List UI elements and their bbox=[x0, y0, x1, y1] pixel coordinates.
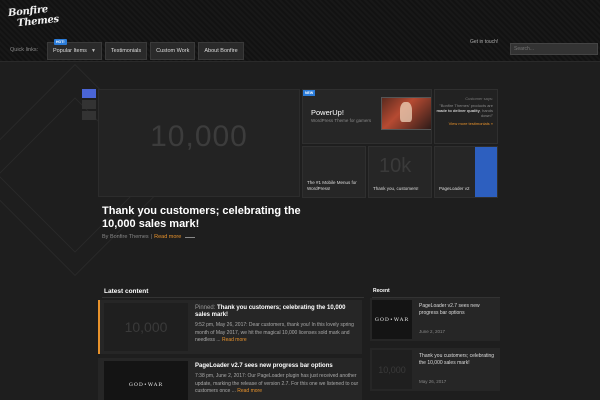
post-read-more-link[interactable]: Read more bbox=[237, 388, 262, 394]
recent-item[interactable]: 10,000 Thank you customers; celebrating … bbox=[370, 348, 500, 391]
chevron-down-icon: ▼ bbox=[90, 48, 96, 54]
featured-mobile-menus-tile[interactable]: The #1 Mobile Menus for WordPress! bbox=[302, 146, 366, 198]
nav-popular-items-label: Popular Items bbox=[53, 48, 87, 54]
god-of-war-logo: GOD•WAR bbox=[374, 316, 410, 323]
main-nav: HOT! Popular Items ▼ Testimonials Custom… bbox=[47, 39, 247, 62]
post-read-more-link[interactable]: Read more bbox=[222, 337, 247, 343]
quote-bold: made to deliver quality bbox=[436, 108, 480, 113]
recent-title[interactable]: PageLoader v2.7 sees new progress bar op… bbox=[419, 303, 497, 317]
testimonial-tile: Customer says: "Bonfire Themes' products… bbox=[434, 89, 498, 144]
featured-thank-you-tile[interactable]: 10k Thank you, customers! bbox=[368, 146, 432, 198]
post-excerpt: 7:38 pm, June 2, 2017: Our PageLoader pl… bbox=[195, 373, 360, 396]
hero-meta: By Bonfire Themes | Read more bbox=[102, 234, 196, 240]
pinned-label: Pinned: bbox=[195, 305, 218, 311]
tile-caption: The #1 Mobile Menus for WordPress! bbox=[307, 180, 357, 191]
post-thumbnail[interactable]: 10,000 bbox=[104, 303, 188, 351]
new-badge: NEW bbox=[303, 90, 316, 96]
latest-content-heading: Latest content bbox=[104, 288, 149, 295]
top-bar: Bonfire Themes Quick links: HOT! Popular… bbox=[0, 0, 600, 62]
recent-thumbnail[interactable]: 10,000 bbox=[372, 350, 412, 389]
powerup-image bbox=[381, 97, 431, 130]
get-in-touch-link[interactable]: Get in touch! bbox=[470, 39, 498, 45]
nav-about-bonfire-label: About Bonfire bbox=[204, 48, 238, 54]
recent-date: June 2, 2017 bbox=[419, 329, 446, 334]
slider-thumb-1[interactable] bbox=[82, 89, 96, 98]
slider-thumb-3[interactable] bbox=[82, 111, 96, 120]
meta-separator: | bbox=[150, 234, 153, 240]
nav-popular-items[interactable]: HOT! Popular Items ▼ bbox=[47, 39, 102, 60]
post-title-text: Thank you customers; celebrating the 10,… bbox=[195, 305, 346, 318]
search-input[interactable] bbox=[510, 43, 598, 55]
hot-badge: HOT! bbox=[54, 39, 67, 45]
god-of-war-logo: GOD•WAR bbox=[128, 382, 164, 388]
list-item[interactable]: GOD•WAR PageLoader v2.7 sees new progres… bbox=[98, 358, 362, 400]
slider-thumb-2[interactable] bbox=[82, 100, 96, 109]
recent-date: May 26, 2017 bbox=[419, 379, 447, 384]
quick-links-label: Quick links: bbox=[10, 47, 39, 53]
nav-testimonials-label: Testimonials bbox=[110, 48, 142, 54]
powerup-title: PowerUp! bbox=[311, 108, 344, 117]
tile-caption: PageLoader v2 bbox=[439, 186, 470, 191]
recent-title[interactable]: Thank you customers; celebrating the 10,… bbox=[419, 353, 497, 367]
post-text: Pinned: Thank you customers; celebrating… bbox=[195, 305, 360, 345]
featured-powerup-tile[interactable]: NEW PowerUp! WordPress Theme for gamers bbox=[302, 89, 432, 144]
read-more-line bbox=[185, 236, 196, 238]
nav-custom-work[interactable]: Custom Work bbox=[150, 42, 196, 60]
hero-read-more-link[interactable]: Read more bbox=[154, 234, 181, 240]
tile-bg-text: 10k bbox=[379, 155, 412, 177]
powerup-subtitle: WordPress Theme for gamers bbox=[311, 118, 372, 123]
post-thumbnail[interactable]: GOD•WAR bbox=[104, 361, 188, 400]
hero-title[interactable]: Thank you customers; celebrating the 10,… bbox=[102, 205, 302, 231]
post-title[interactable]: Pinned: Thank you customers; celebrating… bbox=[195, 305, 360, 319]
quote-end: , hands down!" bbox=[479, 108, 493, 118]
post-excerpt: 9:52 pm, May 26, 2017: Dear customers, t… bbox=[195, 322, 360, 345]
nav-about-bonfire[interactable]: About Bonfire bbox=[198, 42, 244, 60]
hero-image-text: 10,000 bbox=[150, 120, 248, 153]
recent-thumbnail[interactable]: GOD•WAR bbox=[372, 300, 412, 339]
tile-caption: Thank you, customers! bbox=[373, 186, 419, 191]
hero-author[interactable]: By Bonfire Themes bbox=[102, 234, 149, 240]
featured-pageloader-tile[interactable]: PageLoader v2 bbox=[434, 146, 498, 198]
post-title[interactable]: PageLoader v2.7 sees new progress bar op… bbox=[195, 363, 360, 370]
nav-testimonials[interactable]: Testimonials bbox=[104, 42, 148, 60]
post-excerpt-text: 9:52 pm, May 26, 2017: Dear customers, t… bbox=[195, 322, 354, 343]
hero-image[interactable]: 10,000 bbox=[98, 89, 300, 197]
testimonial-label: Customer says: bbox=[465, 96, 493, 101]
nav-custom-work-label: Custom Work bbox=[156, 48, 190, 54]
recent-heading: Recent bbox=[373, 288, 390, 294]
testimonial-quote: "Bonfire Themes' products are made to de… bbox=[435, 103, 493, 118]
post-text: PageLoader v2.7 sees new progress bar op… bbox=[195, 363, 360, 396]
recent-item[interactable]: GOD•WAR PageLoader v2.7 sees new progres… bbox=[370, 298, 500, 341]
post-excerpt-text: 7:38 pm, June 2, 2017: Our PageLoader pl… bbox=[195, 373, 359, 394]
bonfire-themes-logo[interactable]: Bonfire Themes bbox=[8, 4, 60, 38]
divider bbox=[102, 297, 364, 298]
pageloader-image bbox=[475, 147, 497, 197]
list-item[interactable]: 10,000 Pinned: Thank you customers; cele… bbox=[98, 300, 362, 354]
view-more-testimonials-link[interactable]: View more testimonials » bbox=[435, 121, 493, 126]
slider-thumbnails bbox=[82, 89, 96, 122]
